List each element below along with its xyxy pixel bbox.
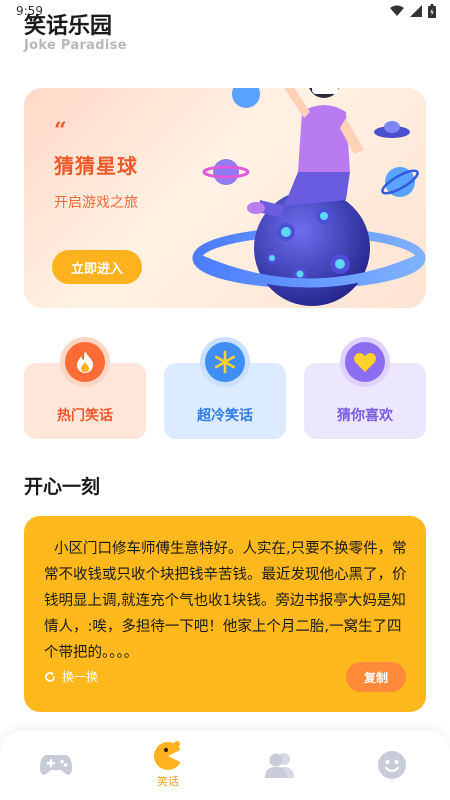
planet-illustration xyxy=(192,88,426,306)
fire-icon-wrap xyxy=(60,337,110,387)
category-label: 超冷笑话 xyxy=(197,408,253,424)
tab-label: 笑话 xyxy=(157,775,179,788)
heart-icon-wrap xyxy=(340,337,390,387)
laugh-icon xyxy=(154,741,182,770)
wifi-icon xyxy=(390,5,404,16)
joke-text: 小区门口修车师傅生意特好。人实在,只要不换零件，常常不收钱或只收个块把钱辛苦钱。… xyxy=(44,541,407,661)
joke-card: 小区门口修车师傅生意特好。人实在,只要不换零件，常常不收钱或只收个块把钱辛苦钱。… xyxy=(24,516,426,712)
copy-button[interactable]: 复制 xyxy=(346,662,406,692)
tab-profile[interactable] xyxy=(336,730,448,800)
refresh-button[interactable]: 换一换 xyxy=(44,668,98,685)
refresh-icon xyxy=(45,671,55,682)
bottom-tabbar: 笑话 xyxy=(0,730,450,800)
fire-icon xyxy=(65,342,105,382)
status-icons xyxy=(390,4,436,18)
banner-subtitle: 开启游戏之旅 xyxy=(54,195,138,211)
game-banner[interactable]: “ 猜猜星球 开启游戏之旅 立即进入 xyxy=(24,88,426,308)
quote-icon: “ xyxy=(54,118,67,144)
section-title: 开心一刻 xyxy=(24,476,101,498)
enter-button[interactable]: 立即进入 xyxy=(52,250,142,284)
page-title: 笑话乐园 xyxy=(24,14,113,39)
battery-icon xyxy=(428,4,436,18)
category-label: 热门笑话 xyxy=(57,408,113,424)
snowflake-icon xyxy=(205,342,245,382)
signal-icon xyxy=(410,5,422,17)
snowflake-icon-wrap xyxy=(200,337,250,387)
tab-community[interactable] xyxy=(224,730,336,800)
gamepad-icon xyxy=(40,755,72,775)
category-hot-jokes[interactable]: 热门笑话 xyxy=(24,337,146,439)
category-cold-jokes[interactable]: 超冷笑话 xyxy=(164,337,286,439)
category-recommended[interactable]: 猜你喜欢 xyxy=(304,337,426,439)
smiley-icon xyxy=(378,751,406,779)
banner-title: 猜猜星球 xyxy=(54,154,138,178)
users-icon xyxy=(265,753,294,778)
tab-jokes[interactable]: 笑话 xyxy=(112,730,224,800)
tab-games[interactable] xyxy=(0,730,112,800)
heart-icon xyxy=(345,342,385,382)
refresh-label: 换一换 xyxy=(62,670,99,684)
page-subtitle: Joke Paradise xyxy=(24,38,127,53)
category-label: 猜你喜欢 xyxy=(337,408,393,424)
